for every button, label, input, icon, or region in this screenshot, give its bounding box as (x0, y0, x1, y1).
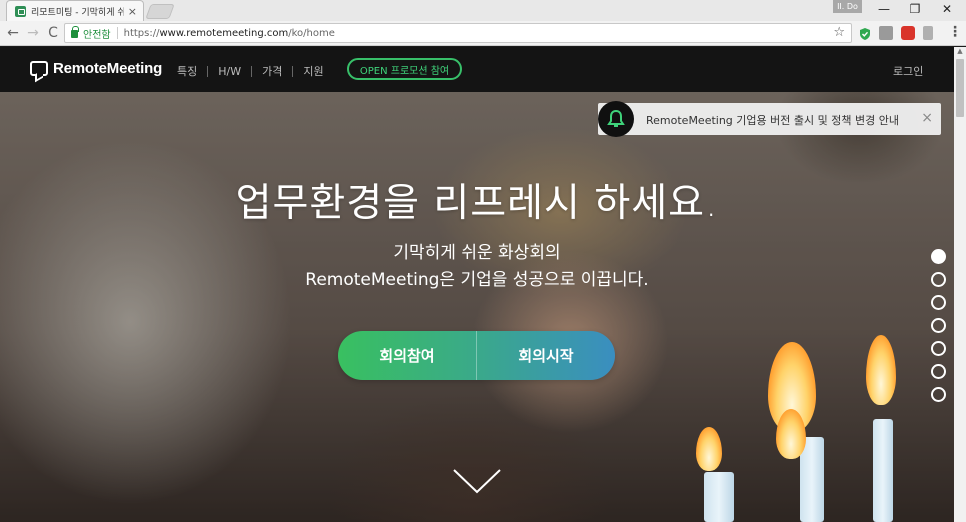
url-text: https://www.remotemeeting.com/ko/home (123, 27, 335, 39)
site-favicon-icon (15, 5, 26, 17)
site-header: RemoteMeeting 특징 H/W 가격 지원 OPEN 프로모션 참여 … (0, 47, 954, 92)
bell-icon (598, 101, 634, 137)
tab-close-icon[interactable]: × (128, 6, 137, 17)
extension-icon[interactable] (879, 26, 893, 40)
bookmark-star-icon[interactable]: ☆ (833, 25, 845, 40)
forward-button[interactable]: → (25, 25, 41, 41)
close-window-button[interactable]: ✕ (937, 2, 957, 16)
slide-dot[interactable] (931, 249, 946, 264)
logo-text: RemoteMeeting (53, 60, 163, 77)
shield-extension-icon[interactable] (858, 26, 872, 40)
nav-item-support[interactable]: 지원 (303, 63, 323, 79)
candle-image (873, 419, 893, 522)
browser-menu-icon[interactable]: ⋮ (948, 24, 962, 40)
site-logo[interactable]: RemoteMeeting (30, 60, 162, 77)
minimize-button[interactable]: — (874, 2, 894, 16)
browser-tab[interactable]: 리모트미팅 - 기막히게 쉬운 화상회의 × (6, 0, 144, 21)
slide-dot[interactable] (931, 387, 946, 402)
slide-dot[interactable] (931, 364, 946, 379)
back-button[interactable]: ← (5, 25, 21, 41)
scrollbar-thumb[interactable] (956, 59, 964, 117)
notification-text[interactable]: RemoteMeeting 기업용 버전 출시 및 정책 변경 안내 (646, 112, 899, 128)
lock-icon (71, 26, 79, 38)
chat-bubble-icon (30, 61, 48, 76)
join-meeting-button[interactable]: 회의참여 (338, 331, 476, 380)
record-extension-icon[interactable] (901, 26, 915, 40)
page-viewport: RemoteMeeting 특징 H/W 가격 지원 OPEN 프로모션 참여 … (0, 47, 966, 522)
slide-dot[interactable] (931, 272, 946, 287)
hero-subline-1: 기막히게 쉬운 화상회의 (393, 243, 561, 263)
reload-button[interactable]: C (45, 25, 61, 41)
nav-item-pricing[interactable]: 가격 (262, 63, 282, 79)
browser-toolbar: ← → C 안전함 https://www.remotemeeting.com/… (0, 21, 966, 46)
notification-banner[interactable]: RemoteMeeting 기업용 버전 출시 및 정책 변경 안내 × (598, 101, 941, 137)
restore-button[interactable]: ❐ (905, 2, 925, 16)
address-bar[interactable]: 안전함 https://www.remotemeeting.com/ko/hom… (64, 23, 852, 43)
profile-badge[interactable]: II. Do (833, 0, 862, 13)
login-link[interactable]: 로그인 (893, 63, 923, 79)
browser-tab-strip: 리모트미팅 - 기막히게 쉬운 화상회의 × II. Do — ❐ ✕ (0, 0, 966, 21)
meeting-cta-group: 회의참여 회의시작 (338, 331, 615, 380)
slide-dot[interactable] (931, 295, 946, 310)
scroll-down-chevron-icon[interactable] (452, 467, 502, 495)
close-icon[interactable]: × (921, 110, 933, 126)
secure-label: 안전함 (83, 29, 111, 41)
bookmark-extension-icon[interactable] (923, 26, 933, 40)
hero-subline-2: RemoteMeeting은 기업을 성공으로 이끕니다. (305, 270, 649, 290)
scroll-up-arrow-icon[interactable]: ▲ (954, 47, 966, 57)
open-promotion-button[interactable]: OPEN 프로모션 참여 (347, 58, 462, 80)
new-tab-button[interactable] (145, 4, 175, 19)
start-meeting-button[interactable]: 회의시작 (477, 331, 615, 380)
tab-title: 리모트미팅 - 기막히게 쉬운 화상회의 (31, 7, 124, 18)
main-nav: 특징 H/W 가격 지원 (177, 63, 324, 79)
slide-dot[interactable] (931, 318, 946, 333)
hero-headline: 업무환경을 리프레시 하세요. (235, 181, 719, 226)
candle-flame-image (696, 427, 722, 471)
slide-dot[interactable] (931, 341, 946, 356)
page-scrollbar[interactable]: ▲ (954, 47, 966, 522)
nav-item-hardware[interactable]: H/W (218, 65, 241, 78)
nav-item-features[interactable]: 특징 (177, 63, 197, 79)
candle-image (704, 472, 734, 522)
